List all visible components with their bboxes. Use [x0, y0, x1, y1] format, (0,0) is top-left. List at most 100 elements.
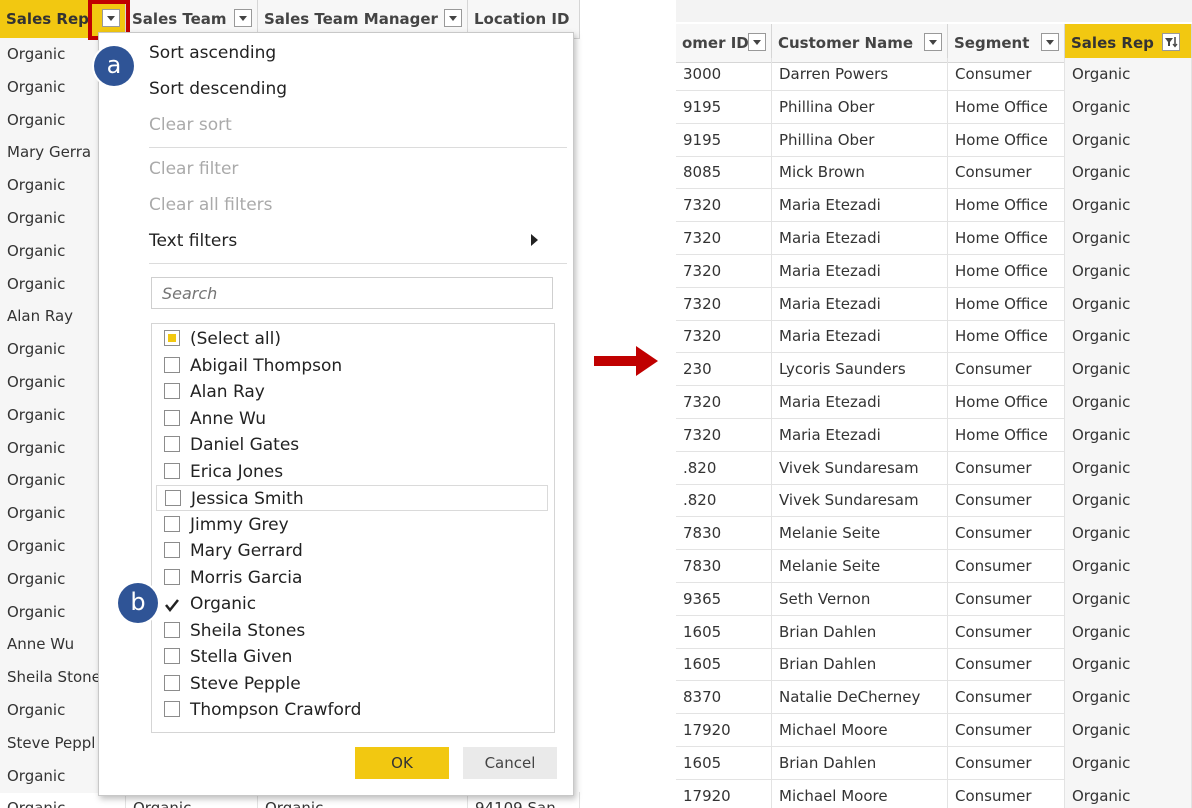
table-cell: Home Office: [948, 90, 1065, 124]
table-cell: 7320: [676, 287, 772, 321]
column-dropdown-icon[interactable]: [748, 33, 766, 51]
checkbox[interactable]: [165, 490, 181, 506]
table-row[interactable]: 7320 Maria Etezadi Home Office Organic: [676, 418, 1192, 452]
table-row[interactable]: 7320 Maria Etezadi Home Office Organic: [676, 386, 1192, 419]
table-row[interactable]: 7320 Maria Etezadi Home Office Organic: [676, 222, 1192, 255]
table-cell: Home Office: [948, 320, 1065, 354]
checkmark-icon[interactable]: [164, 595, 180, 613]
column-dropdown-icon[interactable]: [924, 33, 942, 51]
filter-option[interactable]: Steve Pepple: [164, 671, 550, 697]
table-cell: Organic: [1065, 189, 1192, 223]
table-cell: 7320: [676, 320, 772, 354]
column-header-label: Customer Name: [778, 34, 913, 52]
filter-option[interactable]: Abigail Thompson: [164, 353, 550, 379]
filter-option[interactable]: Organic: [164, 591, 550, 617]
filter-applied-icon[interactable]: [1162, 33, 1180, 51]
clear-sort-item[interactable]: Clear sort: [149, 115, 232, 135]
table-cell: 1605: [676, 615, 772, 649]
search-input[interactable]: [151, 277, 553, 309]
table-row[interactable]: 7320 Maria Etezadi Home Office Organic: [676, 320, 1192, 354]
table-cell: Organic: [1065, 418, 1192, 452]
checkbox[interactable]: [164, 648, 180, 664]
column-header[interactable]: Customer Name: [772, 24, 948, 62]
table-row[interactable]: 8370 Natalie DeCherney Consumer Organic: [676, 681, 1192, 715]
filter-option[interactable]: Jimmy Grey: [164, 512, 550, 538]
table-row[interactable]: 1605 Brian Dahlen Consumer Organic: [676, 615, 1192, 649]
checkbox[interactable]: [164, 515, 180, 532]
column-dropdown-icon[interactable]: [1041, 33, 1059, 51]
table-cell: Consumer: [948, 779, 1065, 808]
table-row[interactable]: 8085 Mick Brown Consumer Organic: [676, 156, 1192, 190]
table-cell: Organic: [1065, 451, 1192, 485]
column-header-label: Sales Rep: [1071, 34, 1154, 52]
text-filters-item[interactable]: Text filters: [149, 231, 237, 251]
filter-option[interactable]: Stella Given: [164, 644, 550, 670]
cancel-button[interactable]: Cancel: [463, 747, 557, 779]
filter-option[interactable]: Daniel Gates: [164, 432, 550, 458]
checkbox[interactable]: [164, 701, 180, 717]
table-row[interactable]: 9195 Phillina Ober Home Office Organic: [676, 123, 1192, 157]
checkbox[interactable]: [164, 436, 180, 452]
table-row[interactable]: 17920 Michael Moore Consumer Organic: [676, 714, 1192, 747]
table-row[interactable]: 7830 Melanie Seite Consumer Organic: [676, 517, 1192, 551]
clear-filter-item[interactable]: Clear filter: [149, 159, 238, 179]
column-dropdown-icon[interactable]: [444, 9, 462, 27]
sort-descending-item[interactable]: Sort descending: [149, 79, 287, 99]
checkbox[interactable]: [164, 674, 180, 691]
checkbox[interactable]: [164, 409, 180, 426]
checkbox[interactable]: [164, 542, 180, 558]
table-cell: Organic: [1065, 779, 1192, 808]
table-cell: Vivek Sundaresam: [772, 451, 948, 485]
table-row[interactable]: 7320 Maria Etezadi Home Office Organic: [676, 189, 1192, 223]
filter-option[interactable]: Alan Ray: [164, 379, 550, 405]
checkbox[interactable]: [164, 330, 180, 346]
table-row[interactable]: 7320 Maria Etezadi Home Office Organic: [676, 287, 1192, 321]
filter-option[interactable]: Sheila Stones: [164, 618, 550, 644]
filter-option[interactable]: (Select all): [164, 326, 550, 352]
table-cell: Organic: [1065, 746, 1192, 780]
table-cell: Home Office: [948, 418, 1065, 452]
table-cell: Consumer: [948, 746, 1065, 780]
column-header-label: Sales Rep: [6, 10, 89, 28]
clear-all-filters-item[interactable]: Clear all filters: [149, 195, 273, 215]
filter-option[interactable]: Mary Gerrard: [164, 538, 550, 564]
ok-button[interactable]: OK: [355, 747, 449, 779]
table-row[interactable]: 9365 Seth Vernon Consumer Organic: [676, 582, 1192, 616]
table-row[interactable]: .820 Vivek Sundaresam Consumer Organic: [676, 451, 1192, 485]
table-cell: Consumer: [948, 615, 1065, 649]
checkbox[interactable]: [164, 462, 180, 479]
sort-ascending-item[interactable]: Sort ascending: [149, 43, 276, 63]
table-row[interactable]: 1605 Brian Dahlen Consumer Organic: [676, 746, 1192, 780]
table-cell: Organic: [1065, 615, 1192, 649]
table-row[interactable]: 17920 Michael Moore Consumer Organic: [676, 779, 1192, 808]
table-row[interactable]: 7830 Melanie Seite Consumer Organic: [676, 550, 1192, 583]
filter-option[interactable]: Anne Wu: [164, 406, 550, 432]
table-cell: Maria Etezadi: [772, 386, 948, 419]
table-cell: Home Office: [948, 222, 1065, 255]
table-cell: Home Office: [948, 287, 1065, 321]
table-row[interactable]: 230 Lycoris Saunders Consumer Organic: [676, 353, 1192, 387]
table-cell: Organic: [1065, 648, 1192, 682]
filter-option[interactable]: Thompson Crawford: [164, 697, 550, 723]
column-header-label: Location ID: [474, 10, 570, 28]
table-cell: Maria Etezadi: [772, 287, 948, 321]
checkbox[interactable]: [164, 568, 180, 585]
table-cell: Melanie Seite: [772, 517, 948, 551]
table-cell: 7320: [676, 222, 772, 255]
checkbox[interactable]: [164, 383, 180, 399]
table-cell: Maria Etezadi: [772, 320, 948, 354]
table-row[interactable]: 1605 Brian Dahlen Consumer Organic: [676, 648, 1192, 682]
filter-option[interactable]: Erica Jones: [164, 459, 550, 485]
filter-option[interactable]: Jessica Smith: [156, 485, 548, 511]
filter-option-label: Daniel Gates: [190, 435, 300, 455]
checkbox[interactable]: [164, 621, 180, 638]
filter-option-label: Jessica Smith: [191, 489, 304, 509]
table-row[interactable]: 7320 Maria Etezadi Home Office Organic: [676, 254, 1192, 288]
table-row[interactable]: 9195 Phillina Ober Home Office Organic: [676, 90, 1192, 124]
column-dropdown-icon[interactable]: [234, 9, 252, 27]
filter-option[interactable]: Morris Garcia: [164, 565, 550, 591]
filter-option-label: Mary Gerrard: [190, 541, 303, 561]
table-row[interactable]: .820 Vivek Sundaresam Consumer Organic: [676, 484, 1192, 518]
checkbox[interactable]: [164, 356, 180, 373]
table-row[interactable]: 3000 Darren Powers Consumer Organic: [676, 58, 1192, 91]
